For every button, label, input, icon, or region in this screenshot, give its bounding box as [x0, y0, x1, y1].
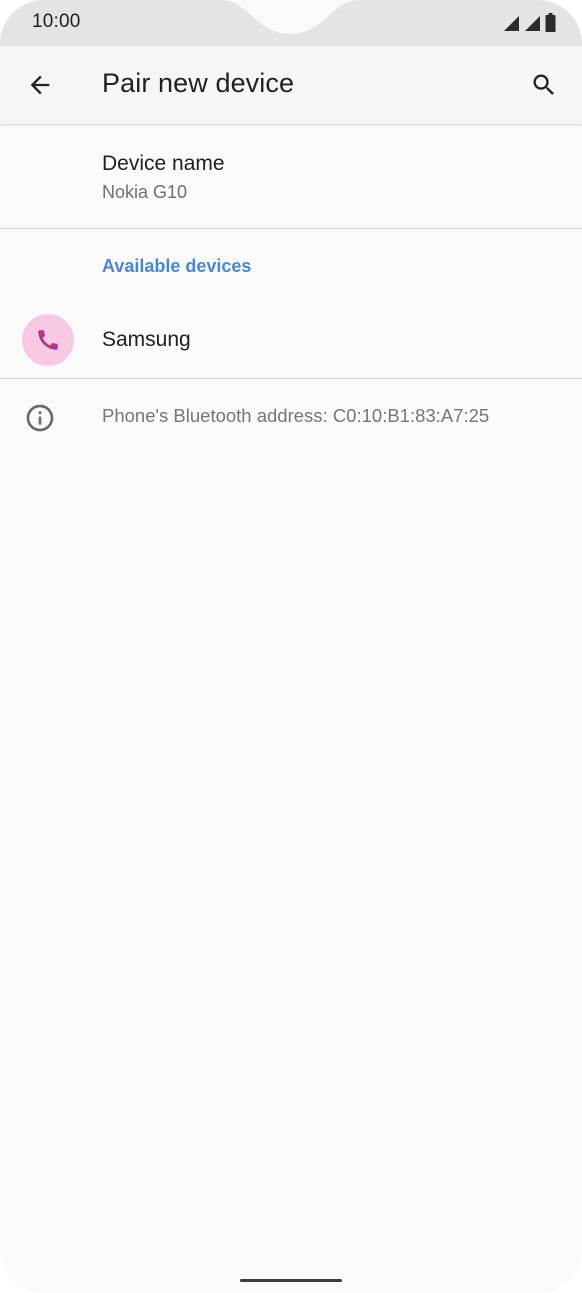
device-name-value: Nokia G10: [102, 182, 188, 202]
search-button[interactable]: [520, 61, 568, 109]
search-icon: [533, 74, 554, 95]
bluetooth-address-info: Phone's Bluetooth address: C0:10:B1:83:A…: [0, 380, 582, 452]
arrow-back-icon: [30, 75, 50, 95]
device-avatar: [22, 314, 74, 366]
page-title: Pair new device: [102, 68, 295, 98]
display-notch: [222, 0, 360, 34]
device-item-samsung[interactable]: Samsung: [0, 304, 582, 378]
battery-icon: [545, 13, 556, 32]
back-button[interactable]: [16, 61, 64, 109]
bluetooth-address-text: Phone's Bluetooth address: C0:10:B1:83:A…: [102, 405, 490, 426]
app-bar: Pair new device: [0, 46, 582, 124]
available-devices-header: Available devices: [102, 256, 252, 276]
signal-icon: [504, 16, 519, 31]
device-name-title: Device name: [102, 152, 225, 175]
device-name-row[interactable]: Device name Nokia G10: [0, 125, 582, 228]
phone-icon: [38, 330, 58, 350]
info-icon: [26, 404, 54, 432]
status-bar: 10:00: [0, 0, 582, 46]
device-label: Samsung: [102, 328, 191, 351]
divider: [0, 228, 582, 229]
signal-icon: [525, 16, 540, 31]
phone-screen: 10:00 Pair new device Device name Nokia …: [0, 0, 582, 1293]
divider: [0, 378, 582, 379]
status-icons: [503, 13, 556, 32]
gesture-nav-handle[interactable]: [240, 1279, 342, 1282]
status-time: 10:00: [32, 11, 81, 32]
